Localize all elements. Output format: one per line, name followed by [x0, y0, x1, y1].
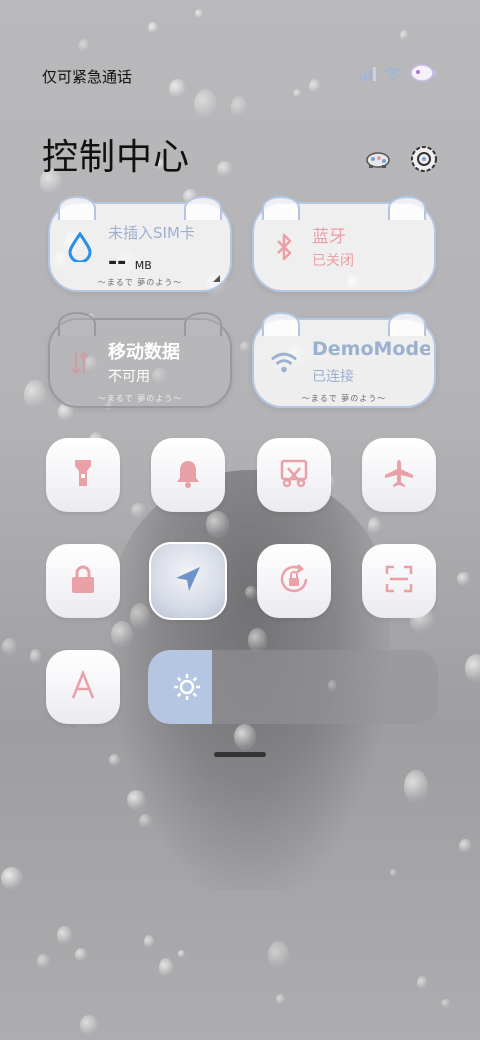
bluetooth-label: 蓝牙: [312, 227, 346, 247]
raindrop: [367, 517, 381, 536]
wifi-card[interactable]: DemoMode 已连接 ～まるで 夢のよう～: [252, 312, 436, 408]
scan-icon: [384, 564, 414, 598]
raindrop: [390, 868, 397, 877]
raindrop: [168, 79, 187, 100]
raindrop: [56, 925, 73, 945]
airplane-icon: [383, 458, 415, 492]
lock-screen-toggle[interactable]: [46, 544, 120, 618]
corner-indicator-icon: [213, 275, 220, 282]
rotation-lock-toggle[interactable]: [257, 544, 331, 618]
raindrop: [457, 571, 472, 587]
wifi-status: 已连接: [312, 369, 354, 385]
scanner-toggle[interactable]: [362, 544, 436, 618]
raindrop: [308, 78, 321, 95]
card-ear: [262, 312, 300, 336]
data-usage-unit: MB: [134, 259, 152, 272]
airplane-mode-toggle[interactable]: [362, 438, 436, 512]
bluetooth-status: 已关闭: [312, 253, 354, 269]
card-ear: [58, 196, 96, 220]
flashlight-icon: [72, 458, 94, 492]
screenshot-toggle[interactable]: [257, 438, 331, 512]
raindrop: [80, 1015, 99, 1036]
raindrop: [29, 649, 42, 665]
lock-icon: [70, 564, 96, 598]
raindrop: [1, 866, 24, 891]
raindrop: [267, 941, 290, 971]
bell-icon: [174, 458, 202, 492]
raindrop: [239, 340, 251, 354]
raindrop: [400, 29, 409, 42]
mobile-data-arrows-icon: [66, 348, 94, 378]
rotation-lock-icon: [278, 563, 310, 599]
bluetooth-icon: [270, 232, 298, 262]
ringer-toggle[interactable]: [151, 438, 225, 512]
data-usage-card[interactable]: 未插入SIM卡 -- MB ～まるで 夢のよう～: [48, 196, 232, 292]
card-ear: [388, 196, 426, 220]
raindrop: [143, 934, 154, 949]
mobile-data-status: 不可用: [108, 369, 150, 385]
wifi-icon: [270, 348, 298, 378]
wifi-network-label: DemoMode: [312, 338, 430, 360]
card-ear: [388, 312, 426, 336]
raindrop: [1, 638, 17, 657]
raindrop: [158, 958, 173, 978]
data-usage-readout: -- MB: [108, 250, 152, 275]
location-arrow-icon: [173, 564, 203, 598]
raindrop: [194, 8, 203, 19]
card-ear: [58, 312, 96, 336]
screenshot-scissors-icon: [279, 458, 309, 492]
brightness-slider[interactable]: [148, 650, 438, 724]
raindrop: [459, 838, 472, 854]
card-ear: [184, 196, 222, 220]
font-size-toggle[interactable]: [46, 650, 120, 724]
battery-fish-icon: [410, 64, 436, 86]
location-toggle[interactable]: [149, 542, 227, 620]
raindrop: [217, 161, 234, 178]
raindrop: [79, 38, 90, 53]
raindrop: [441, 998, 451, 1009]
drag-handle[interactable]: [214, 752, 266, 757]
settings-gear-icon[interactable]: [408, 143, 440, 175]
raindrop: [177, 950, 186, 959]
signal-icon: [358, 66, 376, 85]
font-a-icon: [70, 669, 96, 704]
raindrop: [37, 954, 50, 969]
status-icons: [358, 64, 436, 86]
bluetooth-card[interactable]: 蓝牙 已关闭: [252, 196, 436, 292]
flashlight-toggle[interactable]: [46, 438, 120, 512]
raindrop: [293, 88, 303, 98]
raindrop: [276, 993, 285, 1006]
wifi-status-icon: [384, 66, 402, 85]
raindrop: [74, 947, 88, 963]
card-decoration-text: ～まるで 夢のよう～: [97, 278, 183, 287]
raindrop: [131, 502, 147, 519]
page-title: 控制中心: [42, 137, 191, 178]
raindrop: [404, 769, 428, 805]
card-ear: [184, 312, 222, 336]
raindrop: [416, 976, 427, 990]
brightness-sun-icon: [172, 672, 202, 702]
theme-turtle-icon[interactable]: [362, 143, 394, 175]
water-drop-icon: [66, 232, 94, 262]
raindrop: [230, 95, 248, 118]
carrier-status: 仅可紧急通话: [42, 68, 133, 86]
data-usage-value: --: [108, 250, 127, 275]
sim-status-label: 未插入SIM卡: [108, 224, 195, 242]
raindrop: [193, 88, 217, 121]
raindrop: [24, 380, 47, 410]
mobile-data-label: 移动数据: [108, 342, 180, 363]
mobile-data-card[interactable]: 移动数据 不可用 ～まるで 夢のよう～: [48, 312, 232, 408]
card-decoration-text: ～まるで 夢のよう～: [97, 394, 183, 403]
card-ear: [262, 196, 300, 220]
raindrop: [465, 654, 480, 683]
card-decoration-text: ～まるで 夢のよう～: [301, 394, 387, 403]
raindrop: [147, 22, 158, 35]
